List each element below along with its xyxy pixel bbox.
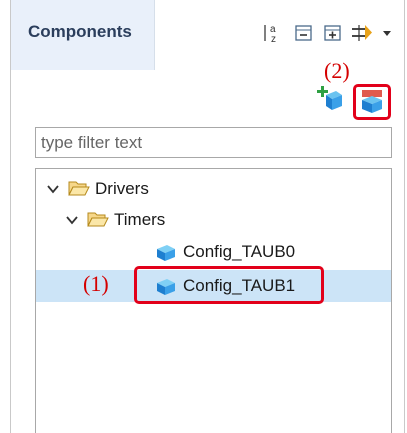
components-view: Components a z (2) type filter text Driv… bbox=[10, 0, 405, 433]
chevron-down-icon[interactable] bbox=[65, 213, 79, 227]
tree-item-config-taub0[interactable]: Config_TAUB0 bbox=[36, 236, 391, 268]
tree-item-label: Timers bbox=[114, 210, 166, 229]
annotation-step-1: (1) bbox=[83, 271, 109, 296]
sort-alphabetical-icon[interactable]: a z bbox=[261, 22, 283, 44]
component-cube-icon bbox=[157, 245, 175, 261]
annotation-step-2: (2) bbox=[324, 58, 350, 83]
link-filter-icon[interactable] bbox=[350, 22, 376, 44]
tree-item-label: Drivers bbox=[95, 179, 149, 198]
tree-item-drivers[interactable]: Drivers bbox=[36, 173, 391, 205]
highlight-box-step-1 bbox=[134, 266, 324, 304]
tree-item-label: Config_TAUB0 bbox=[183, 242, 296, 261]
panel-title: Components bbox=[28, 22, 132, 41]
filter-input[interactable] bbox=[35, 127, 392, 158]
chevron-down-icon[interactable] bbox=[46, 182, 60, 196]
svg-text:z: z bbox=[271, 34, 276, 44]
folder-open-icon bbox=[87, 212, 109, 227]
view-menu-icon[interactable] bbox=[381, 22, 393, 44]
folder-open-icon bbox=[68, 181, 90, 196]
add-component-icon[interactable] bbox=[317, 85, 343, 111]
expand-all-icon[interactable] bbox=[322, 22, 344, 44]
generate-code-icon[interactable] bbox=[360, 89, 384, 114]
tree-item-timers[interactable]: Timers bbox=[36, 204, 391, 236]
components-tab[interactable]: Components bbox=[11, 0, 155, 70]
collapse-all-icon[interactable] bbox=[293, 22, 315, 44]
